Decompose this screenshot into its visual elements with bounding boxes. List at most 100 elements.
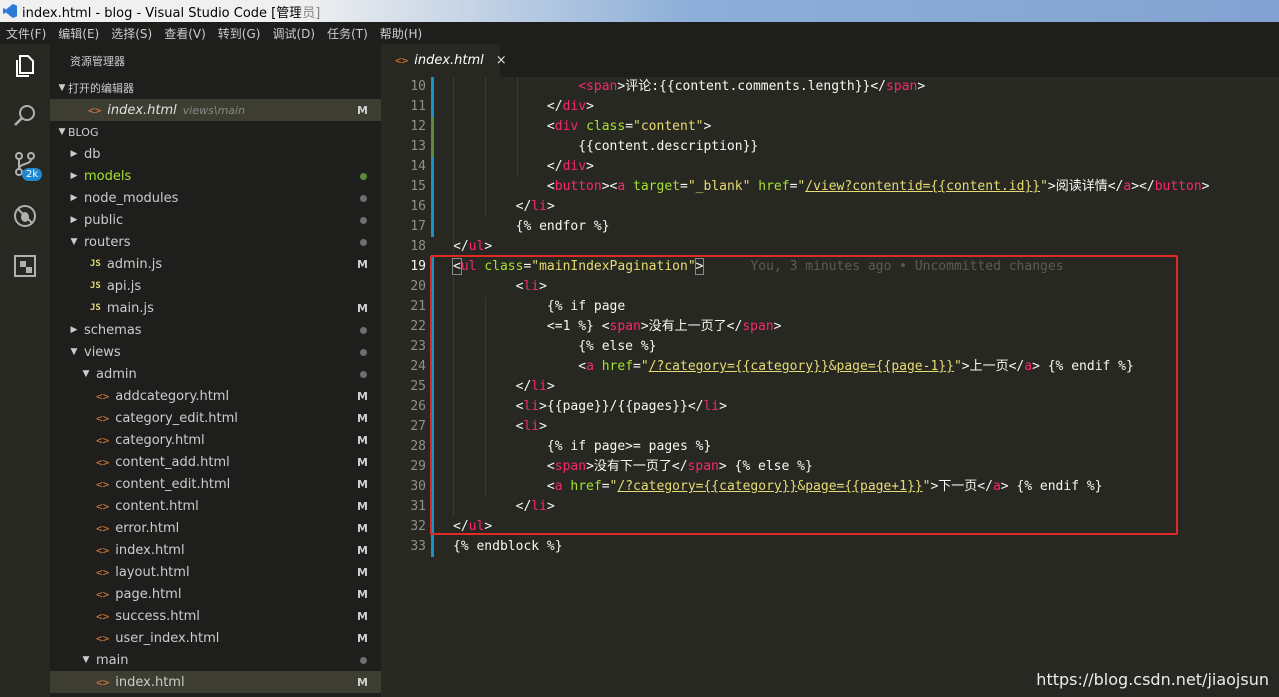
tree-item[interactable]: JS main.js M: [50, 297, 381, 319]
menu-item[interactable]: 查看(V): [158, 25, 212, 42]
git-gutter-marker: [431, 157, 434, 177]
line-number: 18: [410, 239, 426, 254]
indent-guide: [517, 77, 518, 177]
tree-item[interactable]: ▶ public: [50, 209, 381, 231]
editor-tab-bar: <> index.html ×: [381, 44, 1279, 77]
tree-item[interactable]: <> layout.html M: [50, 561, 381, 583]
code-line[interactable]: 12 <div class="content">: [381, 117, 1279, 137]
tree-item[interactable]: <> error.html M: [50, 517, 381, 539]
menu-item[interactable]: 任务(T): [321, 25, 374, 42]
status-dot-icon: [360, 238, 367, 246]
code-line[interactable]: 15 <button><a target="_blank" href="/vie…: [381, 177, 1279, 197]
html-file-icon: <>: [96, 455, 110, 469]
tree-item[interactable]: <> success.html M: [50, 605, 381, 627]
chevron-right-icon: ▶: [70, 193, 78, 203]
explorer-title: 资源管理器: [70, 55, 125, 68]
modified-status: M: [357, 521, 368, 535]
chevron-right-icon: ▶: [70, 215, 78, 225]
tree-item[interactable]: ▶ schemas: [50, 319, 381, 341]
extensions-icon[interactable]: [0, 246, 50, 286]
git-gutter-marker: [431, 77, 434, 97]
tree-item-label: node_modules: [84, 190, 179, 206]
line-number: 20: [410, 279, 426, 294]
tree-item[interactable]: <> category_edit.html M: [50, 407, 381, 429]
status-dot-icon: [360, 656, 367, 664]
code-text: </div>: [453, 159, 594, 174]
code-text: <button><a target="_blank" href="/view?c…: [453, 179, 1210, 194]
line-number: 13: [410, 139, 426, 154]
explorer-icon[interactable]: [0, 46, 50, 86]
code-line[interactable]: 11 </div>: [381, 97, 1279, 117]
menu-bar: 文件(F) 编辑(E) 选择(S) 查看(V) 转到(G) 调试(D) 任务(T) 帮助(H): [0, 22, 1279, 44]
project-header[interactable]: ▼ BLOG: [50, 121, 381, 143]
open-editors-header[interactable]: ▼ 打开的编辑器: [50, 77, 381, 99]
git-gutter-marker: [431, 117, 434, 137]
window-title: index.html - blog - Visual Studio Code […: [22, 5, 321, 21]
tree-item[interactable]: ▼ main: [50, 649, 381, 671]
modified-status: M: [357, 389, 368, 403]
line-number: 16: [410, 199, 426, 214]
js-file-icon: JS: [90, 259, 101, 269]
menu-item[interactable]: 帮助(H): [374, 25, 428, 42]
line-number: 24: [410, 359, 426, 374]
code-text: </li>: [453, 199, 555, 214]
modified-status: M: [357, 455, 368, 469]
chevron-down-icon: ▼: [70, 237, 78, 247]
menu-item[interactable]: 调试(D): [266, 25, 321, 42]
tree-item[interactable]: ▶ db: [50, 143, 381, 165]
modified-status: M: [357, 631, 368, 645]
explorer-sidebar: 资源管理器 ▼ 打开的编辑器 <> index.html views\main …: [50, 44, 381, 697]
search-icon[interactable]: [0, 96, 50, 136]
tree-item[interactable]: ▼ admin: [50, 363, 381, 385]
tree-item[interactable]: JS api.js: [50, 275, 381, 297]
tree-item[interactable]: <> category.html M: [50, 429, 381, 451]
tree-item-label: page.html: [115, 586, 182, 602]
line-number: 32: [410, 519, 426, 534]
code-line[interactable]: 33 {% endblock %}: [381, 537, 1279, 557]
modified-status: M: [357, 675, 368, 689]
tree-item[interactable]: <> user_index.html M: [50, 627, 381, 649]
menu-item[interactable]: 转到(G): [212, 25, 267, 42]
tree-item-label: addcategory.html: [115, 388, 230, 404]
tree-item-label: content_edit.html: [115, 476, 231, 492]
modified-status: M: [357, 499, 368, 513]
menu-item[interactable]: 编辑(E): [52, 25, 105, 42]
chevron-right-icon: ▶: [70, 149, 78, 159]
menu-item[interactable]: 文件(F): [0, 25, 52, 42]
tree-item[interactable]: <> index.html M: [50, 671, 381, 693]
menu-item[interactable]: 选择(S): [105, 25, 158, 42]
tree-item[interactable]: <> addcategory.html M: [50, 385, 381, 407]
code-line[interactable]: 13 {{content.description}}: [381, 137, 1279, 157]
code-text: {% endfor %}: [453, 219, 610, 234]
tab-index-html[interactable]: <> index.html ×: [381, 44, 507, 77]
tree-item[interactable]: ▼ views: [50, 341, 381, 363]
open-editor-item[interactable]: <> index.html views\main M: [50, 99, 381, 121]
project-label: BLOG: [68, 125, 99, 139]
tree-item[interactable]: <> content_edit.html M: [50, 473, 381, 495]
status-dot-icon: [360, 348, 367, 356]
tree-item[interactable]: JS admin.js M: [50, 253, 381, 275]
code-line[interactable]: 14 </div>: [381, 157, 1279, 177]
code-line[interactable]: 18 </ul>: [381, 237, 1279, 257]
line-number: 26: [410, 399, 426, 414]
tree-item[interactable]: ▼ routers: [50, 231, 381, 253]
tree-item[interactable]: ▶ models: [50, 165, 381, 187]
modified-status: M: [357, 433, 368, 447]
tree-item[interactable]: <> index.html M: [50, 539, 381, 561]
code-line[interactable]: 10 <span>评论:{{content.comments.length}}<…: [381, 77, 1279, 97]
tree-item[interactable]: <> content.html M: [50, 495, 381, 517]
close-icon[interactable]: ×: [496, 53, 507, 68]
tree-item[interactable]: <> content_add.html M: [50, 451, 381, 473]
tree-item[interactable]: ▶ node_modules: [50, 187, 381, 209]
line-number: 28: [410, 439, 426, 454]
code-text: </ul>: [453, 239, 493, 254]
tree-item[interactable]: <> page.html M: [50, 583, 381, 605]
line-number: 31: [410, 499, 426, 514]
source-control-badge: 2k: [22, 168, 43, 181]
chevron-right-icon: ▶: [70, 325, 78, 335]
modified-status: M: [357, 587, 368, 601]
code-line[interactable]: 17 {% endfor %}: [381, 217, 1279, 237]
debug-icon[interactable]: [0, 196, 50, 236]
code-line[interactable]: 16 </li>: [381, 197, 1279, 217]
status-dot-icon: [360, 370, 367, 378]
